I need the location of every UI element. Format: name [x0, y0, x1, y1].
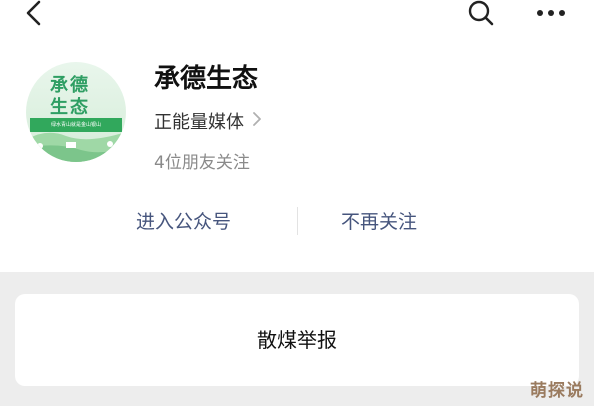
more-button[interactable] — [534, 4, 568, 22]
unfollow-button[interactable]: 不再关注 — [341, 207, 417, 234]
actions-divider — [297, 207, 298, 235]
ellipsis-icon — [537, 10, 565, 16]
chevron-right-icon — [252, 111, 262, 132]
report-card[interactable]: 散煤举报 — [15, 294, 579, 386]
account-name: 承德生态 — [154, 64, 259, 94]
avatar-text-line1: 承德 — [50, 75, 90, 96]
search-button[interactable] — [466, 0, 496, 28]
avatar-banner: 绿水青山就是金山银山 — [30, 118, 122, 132]
avatar-text-line2: 生态 — [50, 97, 90, 118]
back-button[interactable] — [22, 0, 50, 28]
report-label: 散煤举报 — [257, 328, 337, 352]
account-avatar[interactable]: 承德 生态 绿水青山就是金山银山 — [26, 62, 126, 162]
friends-following-text: 4位朋友关注 — [154, 153, 250, 173]
chevron-left-icon — [26, 0, 41, 26]
account-category-link[interactable]: 正能量媒体 — [154, 108, 262, 134]
enter-account-button[interactable]: 进入公众号 — [136, 207, 231, 234]
watermark-text: 萌探说 — [530, 381, 584, 401]
account-category-label: 正能量媒体 — [154, 112, 244, 133]
account-header: 承德 生态 绿水青山就是金山银山 承德生态 正能量媒体 4位朋友关注 进入公众号… — [0, 0, 594, 272]
search-icon — [468, 0, 494, 26]
